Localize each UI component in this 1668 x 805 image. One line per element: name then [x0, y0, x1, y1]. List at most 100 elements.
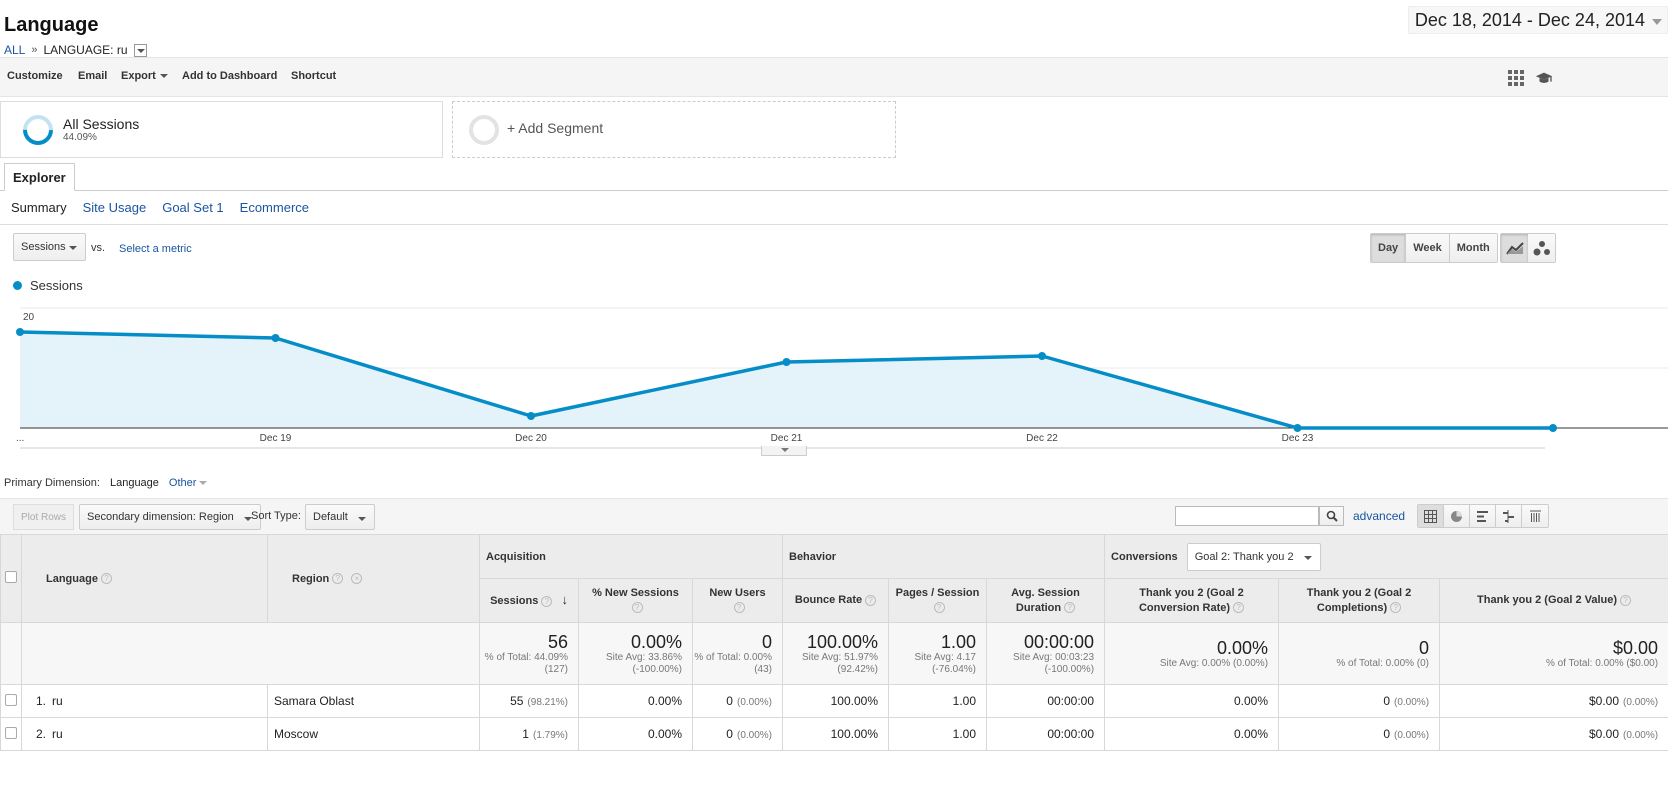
subtab-ecommerce[interactable]: Ecommerce [240, 200, 309, 215]
shortcut-button[interactable]: Shortcut [291, 70, 336, 82]
breadcrumb-separator: » [31, 44, 38, 56]
tab-explorer[interactable]: Explorer [4, 163, 75, 191]
date-range-picker[interactable]: Dec 18, 2014 - Dec 24, 2014 [1407, 6, 1668, 34]
percentage-view-button[interactable] [1444, 505, 1470, 527]
column-goal-value-label: Thank you 2 (Goal 2 Value) [1477, 594, 1618, 606]
help-icon[interactable]: ? [1620, 594, 1632, 606]
dimension-other-dropdown[interactable]: Other [169, 477, 208, 489]
subtab-summary[interactable]: Summary [11, 200, 67, 215]
totals-label-cell [21, 622, 480, 685]
series-area [20, 332, 1553, 428]
row-checkbox[interactable] [5, 726, 17, 739]
segment-ring-icon [469, 115, 499, 145]
cell-goal-value: $0.00 (0.00%) [1439, 684, 1668, 718]
help-icon[interactable]: ? [100, 573, 112, 585]
comparison-view-button[interactable] [1496, 505, 1522, 527]
performance-view-button[interactable] [1470, 505, 1496, 527]
line-chart-button[interactable] [1501, 234, 1528, 262]
period-month-button[interactable]: Month [1449, 234, 1497, 262]
column-bounce-rate-label: Bounce Rate [794, 594, 863, 606]
column-pages-session[interactable]: Pages / Session? [888, 578, 987, 623]
total-conversion-rate: 0.00% Site Avg: 0.00% (0.00%) [1104, 622, 1280, 685]
motion-chart-button[interactable] [1528, 234, 1555, 262]
help-icon[interactable]: ? [933, 602, 945, 614]
cell-completions: 0 (0.00%) [1278, 717, 1441, 751]
export-button[interactable]: Export [121, 70, 168, 82]
table-row[interactable]: 2. ru Moscow 1 (1.79%) 0.00% 0 (0.00%) 100.… [0, 717, 1668, 751]
new-users-value: 0 [726, 694, 733, 708]
completions-value: 0 [1383, 727, 1391, 741]
language-link[interactable]: ru [52, 694, 63, 708]
grid-view-icon[interactable] [1507, 69, 1525, 87]
email-button[interactable]: Email [78, 70, 107, 82]
column-new-users[interactable]: New Users? [692, 578, 783, 623]
column-sessions[interactable]: Sessions? ↓ [479, 578, 579, 623]
search-button[interactable] [1319, 506, 1344, 526]
row-checkbox[interactable] [5, 693, 17, 706]
bar-chart-icon [1477, 510, 1488, 522]
breadcrumb-all-link[interactable]: ALL [4, 43, 25, 57]
sessions-value: 1 [522, 727, 529, 741]
sort-descending-icon[interactable]: ↓ [561, 592, 568, 607]
table-search-input[interactable] [1175, 506, 1319, 526]
graduation-cap-icon[interactable] [1535, 69, 1553, 87]
help-icon[interactable]: ? [733, 602, 745, 614]
completions-value: 0 [1383, 694, 1391, 708]
help-icon[interactable]: ? [865, 594, 877, 606]
help-icon[interactable]: ? [631, 602, 643, 614]
select-all-checkbox[interactable] [5, 571, 17, 583]
language-link[interactable]: ru [52, 727, 63, 741]
subtab-site-usage[interactable]: Site Usage [83, 200, 147, 215]
breadcrumb-dropdown[interactable] [133, 43, 147, 57]
goal-select[interactable]: Goal 2: Thank you 2 [1186, 542, 1321, 571]
help-icon[interactable]: ? [1233, 602, 1245, 614]
column-new-sessions[interactable]: % New Sessions? [578, 578, 693, 623]
column-avg-duration[interactable]: Avg. Session Duration? [985, 578, 1106, 623]
segment-all-sessions[interactable]: All Sessions 44.09% [0, 101, 443, 158]
column-conversion-rate[interactable]: Thank you 2 (Goal 2 Conversion Rate)? [1104, 578, 1280, 623]
new-users-share: (0.00%) [736, 697, 772, 708]
table-view-toggle [1417, 504, 1549, 528]
column-region[interactable]: Region? × [267, 534, 480, 623]
cell-region[interactable]: Moscow [267, 717, 480, 751]
cell-region[interactable]: Samara Oblast [267, 684, 480, 718]
period-toggle: Day Week Month [1370, 233, 1498, 263]
sessions-share: (1.79%) [532, 730, 568, 741]
add-to-dashboard-button[interactable]: Add to Dashboard [182, 70, 277, 82]
customize-button[interactable]: Customize [7, 70, 63, 82]
secondary-dimension-select[interactable]: Secondary dimension: Region [79, 504, 261, 530]
total-sessions-value: 56 [547, 631, 568, 652]
metric-select[interactable]: Sessions [13, 233, 86, 261]
total-new-sessions-value: 0.00% [630, 631, 682, 652]
column-completions[interactable]: Thank you 2 (Goal 2 Completions)? [1278, 578, 1441, 623]
advanced-filter-link[interactable]: advanced [1353, 509, 1405, 523]
total-bounce-rate-value: 100.00% [806, 631, 878, 652]
period-week-button[interactable]: Week [1406, 234, 1450, 262]
plot-rows-button[interactable]: Plot Rows [13, 504, 75, 530]
line-chart-icon [1505, 242, 1524, 255]
total-avg-duration-sub: Site Avg: 00:03:23 (-100.00%) [1013, 651, 1095, 675]
cell-conversion-rate: 0.00% [1104, 684, 1280, 718]
chart-collapse-handle[interactable] [761, 446, 807, 456]
dimension-other-label: Other [168, 477, 197, 489]
add-segment-button[interactable]: + Add Segment [452, 101, 896, 158]
column-language[interactable]: Language? [21, 534, 268, 623]
data-view-button[interactable] [1418, 505, 1444, 527]
help-icon[interactable]: ? [1390, 602, 1402, 614]
pivot-view-button[interactable] [1522, 505, 1548, 527]
remove-dimension-icon[interactable]: × [351, 573, 363, 585]
column-goal-value[interactable]: Thank you 2 (Goal 2 Value)? [1439, 578, 1668, 623]
select-metric-link[interactable]: Select a metric [119, 243, 192, 255]
help-icon[interactable]: ? [332, 573, 344, 585]
dimension-language[interactable]: Language [108, 477, 161, 489]
help-icon[interactable]: ? [541, 595, 553, 607]
table-row[interactable]: 1. ru Samara Oblast 55 (98.21%) 0.00% 0 (0.… [0, 684, 1668, 718]
period-day-button[interactable]: Day [1371, 234, 1407, 262]
subtab-goal-set-1[interactable]: Goal Set 1 [162, 200, 223, 215]
column-bounce-rate[interactable]: Bounce Rate? [782, 578, 889, 623]
help-icon[interactable]: ? [1064, 602, 1076, 614]
goal-value-share: (0.00%) [1623, 730, 1659, 741]
cell-language: 1. ru [21, 684, 268, 718]
sort-type-select[interactable]: Default [305, 504, 375, 530]
x-tick-label: Dec 22 [1026, 433, 1058, 444]
